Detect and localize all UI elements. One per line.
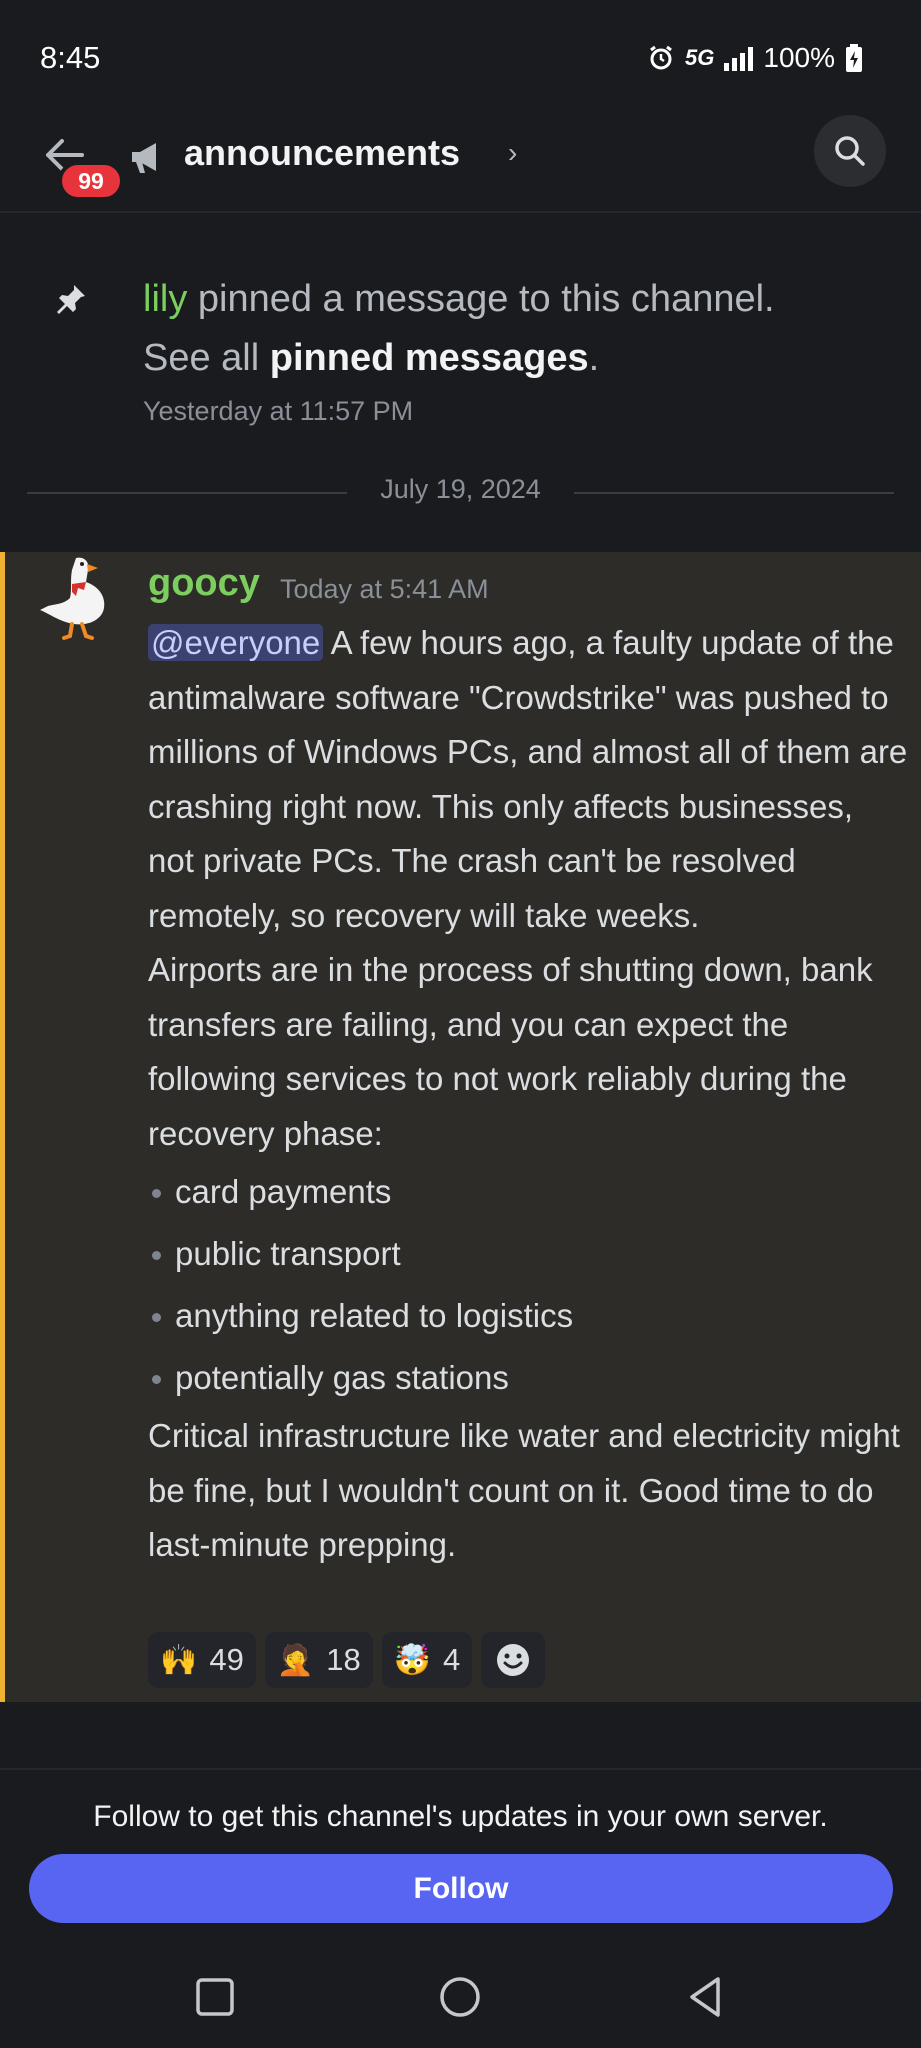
status-time: 8:45 bbox=[40, 39, 101, 75]
signal-icon bbox=[724, 45, 754, 71]
reaction-mind-blown[interactable]: 🤯 4 bbox=[381, 1632, 473, 1688]
list-item: potentially gas stations bbox=[148, 1347, 908, 1409]
follow-prompt: Follow to get this channel's updates in … bbox=[93, 1800, 828, 1833]
announcement-channel-icon bbox=[132, 143, 156, 173]
reaction-facepalm[interactable]: 🤦 18 bbox=[264, 1632, 373, 1688]
unread-badge: 99 bbox=[58, 161, 124, 201]
message-paragraph-3: Critical infrastructure like water and e… bbox=[148, 1417, 900, 1563]
battery-charging-icon bbox=[846, 43, 862, 72]
goose-avatar[interactable] bbox=[32, 552, 112, 642]
alarm-icon bbox=[650, 45, 672, 69]
message-item[interactable]: goocy Today at 5:41 AM @everyone A few h… bbox=[0, 552, 921, 1702]
system-message-text: lily pinned a message to this channel. S… bbox=[143, 270, 863, 388]
list-item: card payments bbox=[148, 1161, 908, 1223]
add-reaction-button[interactable] bbox=[481, 1632, 546, 1688]
reaction-bar: 🙌 49 🤦 18 🤯 4 bbox=[148, 1632, 546, 1688]
everyone-mention[interactable]: @everyone bbox=[148, 624, 324, 661]
reaction-count: 4 bbox=[443, 1642, 461, 1677]
system-message-action: pinned a message to this channel. bbox=[187, 278, 775, 320]
message-content: @everyone A few hours ago, a faulty upda… bbox=[148, 616, 908, 1573]
raised-hands-emoji: 🙌 bbox=[160, 1643, 198, 1677]
date-divider-label: July 19, 2024 bbox=[380, 474, 541, 504]
reaction-count: 18 bbox=[326, 1642, 361, 1677]
smiley-icon bbox=[497, 1644, 530, 1676]
follow-footer: Follow to get this channel's updates in … bbox=[0, 1768, 921, 1928]
facepalm-emoji: 🤦 bbox=[276, 1643, 315, 1677]
list-item: anything related to logistics bbox=[148, 1285, 908, 1347]
search-button[interactable] bbox=[814, 115, 886, 187]
system-message-timestamp: Yesterday at 11:57 PM bbox=[143, 396, 414, 426]
follow-button[interactable]: Follow bbox=[29, 1854, 893, 1923]
chevron-right-icon[interactable]: › bbox=[508, 137, 517, 169]
message-timestamp: Today at 5:41 AM bbox=[280, 574, 489, 604]
reaction-raised-hands[interactable]: 🙌 49 bbox=[148, 1632, 256, 1688]
pin-icon bbox=[57, 285, 85, 314]
message-author[interactable]: goocy bbox=[148, 562, 260, 605]
back-icon[interactable] bbox=[680, 1972, 730, 2022]
channel-header: 99 announcements › bbox=[0, 115, 921, 213]
status-icons: 5G 100% bbox=[647, 42, 863, 74]
network-type: 5G bbox=[685, 44, 715, 70]
paragraph-1-text: A few hours ago, a faulty update of the … bbox=[148, 624, 908, 934]
system-nav-bar bbox=[0, 1950, 921, 2048]
service-list: card payments public transport anything … bbox=[148, 1161, 908, 1409]
system-message-user[interactable]: lily bbox=[143, 278, 187, 320]
home-icon[interactable] bbox=[435, 1972, 485, 2022]
date-divider: July 19, 2024 bbox=[27, 472, 894, 512]
message-paragraph-1: @everyone A few hours ago, a faulty upda… bbox=[148, 616, 908, 943]
mind-blown-emoji: 🤯 bbox=[393, 1643, 432, 1677]
system-message-period: . bbox=[588, 337, 600, 379]
system-message-see-all: See all bbox=[143, 337, 270, 379]
reaction-count: 49 bbox=[209, 1642, 244, 1677]
pinned-messages-link[interactable]: pinned messages bbox=[270, 337, 589, 379]
list-item: public transport bbox=[148, 1223, 908, 1285]
status-bar: 8:45 5G 100% bbox=[0, 0, 921, 115]
channel-title[interactable]: announcements bbox=[184, 132, 460, 174]
recents-icon[interactable] bbox=[190, 1972, 240, 2022]
battery-percent: 100% bbox=[763, 41, 835, 73]
search-icon bbox=[835, 136, 865, 166]
message-paragraph-2: Airports are in the process of shutting … bbox=[148, 951, 873, 1152]
